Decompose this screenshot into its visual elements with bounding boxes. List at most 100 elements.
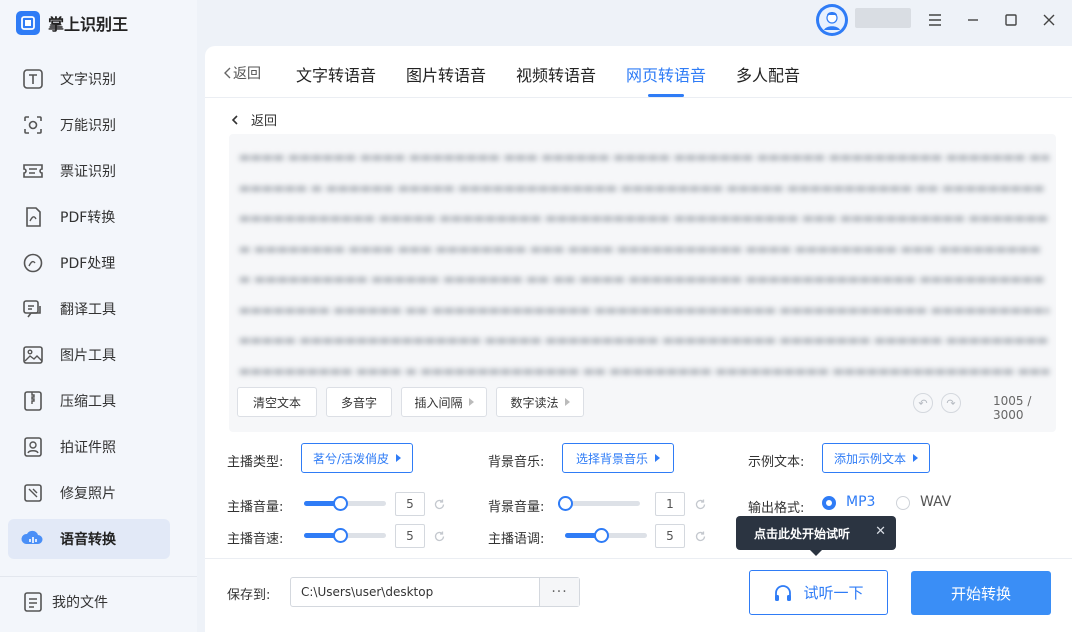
compress-icon <box>20 388 46 414</box>
tab-webpage-to-speech[interactable]: 网页转语音 <box>626 62 706 86</box>
user-name-redacted <box>855 8 911 28</box>
chevron-right-icon <box>564 398 570 406</box>
avatar[interactable] <box>816 4 848 36</box>
tab-back-label: 返回 <box>233 66 261 82</box>
sidebar-item-universal-scan[interactable]: 万能识别 <box>8 105 170 145</box>
browse-button[interactable]: ··· <box>539 578 579 606</box>
close-icon[interactable] <box>1041 12 1057 28</box>
slider-knob[interactable] <box>558 496 573 511</box>
clear-text-button[interactable]: 清空文本 <box>237 387 317 417</box>
tab-multi-voice[interactable]: 多人配音 <box>736 62 800 86</box>
tab-text-to-speech[interactable]: 文字转语音 <box>296 62 376 86</box>
bgm-volume-value[interactable]: 1 <box>655 492 685 516</box>
brand: 掌上识别王 <box>16 10 128 36</box>
sidebar: 掌上识别王 文字识别 万能识别 票证识别 PDF转换 PDF处理 翻译工具 图片… <box>0 0 197 632</box>
slider-knob[interactable] <box>333 496 348 511</box>
sidebar-item-label: 我的文件 <box>52 595 108 611</box>
sidebar-item-label: 修复照片 <box>60 486 116 502</box>
universal-scan-icon <box>20 112 46 138</box>
tooltip-close-icon[interactable]: ✕ <box>875 524 886 539</box>
bgm-label: 背景音乐: <box>488 455 545 470</box>
app-name: 掌上识别王 <box>48 15 129 34</box>
titlebar <box>197 0 1072 46</box>
insert-pause-label: 插入间隔 <box>414 395 463 410</box>
format-mp3-radio[interactable] <box>822 496 836 510</box>
tab-video-to-speech[interactable]: 视频转语音 <box>516 62 596 86</box>
headphones-icon <box>775 584 792 601</box>
bgm-value: 选择背景音乐 <box>575 451 648 466</box>
bottom-divider <box>205 558 1072 559</box>
anchor-pitch-label: 主播语调: <box>488 532 545 547</box>
tooltip-text: 点击此处开始试听 <box>754 526 851 541</box>
undo-icon[interactable]: ↶ <box>913 393 933 413</box>
anchor-speed-value[interactable]: 5 <box>395 524 425 548</box>
sidebar-item-repair-photo[interactable]: 修复照片 <box>8 473 170 513</box>
sidebar-item-label: 压缩工具 <box>60 394 116 410</box>
sidebar-item-label: 语音转换 <box>60 532 116 548</box>
sidebar-item-label: 票证识别 <box>60 164 116 180</box>
tooltip-pointer <box>810 550 822 556</box>
sample-text-button[interactable]: 添加示例文本 <box>822 443 930 473</box>
minimize-icon[interactable] <box>965 12 981 28</box>
anchor-type-select[interactable]: 茗兮/活泼俏皮 <box>301 443 413 473</box>
tab-image-to-speech[interactable]: 图片转语音 <box>406 62 486 86</box>
listen-button[interactable]: 试听一下 <box>749 570 888 615</box>
sidebar-item-id-photo[interactable]: 拍证件照 <box>8 427 170 467</box>
anchor-volume-value[interactable]: 5 <box>395 492 425 516</box>
sidebar-item-image-tools[interactable]: 图片工具 <box>8 335 170 375</box>
number-reading-button[interactable]: 数字读法 <box>496 387 584 417</box>
caret-right-icon <box>913 454 918 462</box>
image-tools-icon <box>20 342 46 368</box>
sidebar-item-compress[interactable]: 压缩工具 <box>8 381 170 421</box>
bgm-select[interactable]: 选择背景音乐 <box>562 443 674 473</box>
bgm-volume-slider[interactable] <box>558 496 640 511</box>
sidebar-item-label: 万能识别 <box>60 118 116 134</box>
sidebar-item-my-files[interactable]: 我的文件 <box>8 582 170 622</box>
blurred-text-content: ▬▬▬▬ ▬▬▬▬▬▬ ▬▬▬▬ ▬▬▬▬▬▬▬▬ ▬▬▬ ▬▬▬▬▬▬ ▬▬▬… <box>239 150 1049 378</box>
maximize-icon[interactable] <box>1003 12 1019 28</box>
format-wav-radio[interactable] <box>896 496 910 510</box>
anchor-speed-slider[interactable] <box>304 528 386 543</box>
pdf-process-icon <box>20 250 46 276</box>
anchor-volume-slider[interactable] <box>304 496 386 511</box>
start-convert-button[interactable]: 开始转换 <box>911 571 1051 615</box>
sidebar-item-text-recognition[interactable]: 文字识别 <box>8 59 170 99</box>
text-recognition-icon <box>20 66 46 92</box>
reset-icon[interactable] <box>432 497 446 511</box>
anchor-speed-label: 主播音速: <box>227 532 284 547</box>
slider-knob[interactable] <box>333 528 348 543</box>
redo-icon[interactable]: ↷ <box>941 393 961 413</box>
anchor-pitch-value[interactable]: 5 <box>655 524 685 548</box>
insert-pause-button[interactable]: 插入间隔 <box>401 387 487 417</box>
chevron-left-icon <box>224 67 231 79</box>
sidebar-item-ticket[interactable]: 票证识别 <box>8 151 170 191</box>
reset-icon[interactable] <box>693 497 707 511</box>
anchor-volume-label: 主播音量: <box>227 500 284 515</box>
anchor-type-label: 主播类型: <box>227 455 284 470</box>
sidebar-item-translate[interactable]: 翻译工具 <box>8 289 170 329</box>
content-back-button[interactable]: 返回 <box>229 110 277 129</box>
ticket-icon <box>20 158 46 184</box>
sidebar-item-voice-convert[interactable]: 语音转换 <box>8 519 170 559</box>
reset-icon[interactable] <box>693 529 707 543</box>
output-format-label: 输出格式: <box>748 501 805 516</box>
reset-icon[interactable] <box>432 529 446 543</box>
format-wav-label[interactable]: WAV <box>920 494 951 510</box>
save-path-field[interactable]: C:\Users\user\desktop ··· <box>290 577 580 607</box>
sidebar-item-pdf-convert[interactable]: PDF转换 <box>8 197 170 237</box>
save-to-label: 保存到: <box>227 588 271 603</box>
sidebar-item-label: PDF处理 <box>60 256 116 272</box>
text-editor[interactable]: ▬▬▬▬ ▬▬▬▬▬▬ ▬▬▬▬ ▬▬▬▬▬▬▬▬ ▬▬▬ ▬▬▬▬▬▬ ▬▬▬… <box>229 134 1056 432</box>
format-mp3-label[interactable]: MP3 <box>846 494 875 510</box>
slider-knob[interactable] <box>594 528 609 543</box>
anchor-type-value: 茗兮/活泼俏皮 <box>312 451 390 466</box>
tab-back-button[interactable]: 返回 <box>223 63 261 83</box>
anchor-pitch-slider[interactable] <box>565 528 647 543</box>
char-counter: 1005 / 3000 <box>993 394 1032 422</box>
polyphone-button[interactable]: 多音字 <box>326 387 392 417</box>
caret-right-icon <box>396 454 402 462</box>
sidebar-item-pdf-process[interactable]: PDF处理 <box>8 243 170 283</box>
sample-text-value: 添加示例文本 <box>833 451 906 466</box>
menu-icon[interactable] <box>927 12 943 28</box>
sidebar-item-label: PDF转换 <box>60 210 116 226</box>
